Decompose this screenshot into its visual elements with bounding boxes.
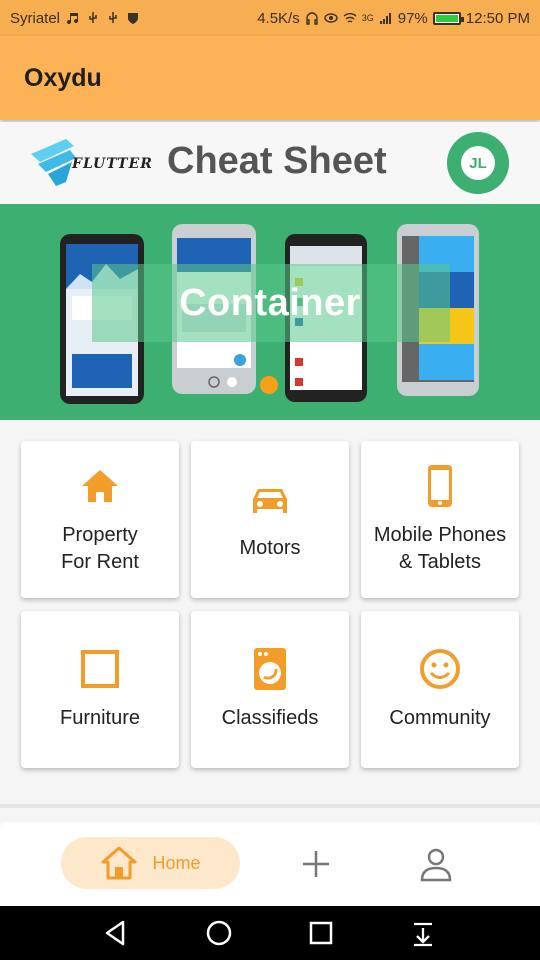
shield-icon <box>128 13 139 24</box>
wifi-icon <box>343 13 357 23</box>
category-label: Mobile Phones & Tablets <box>373 523 507 573</box>
category-classifieds[interactable]: Classifieds <box>191 611 349 768</box>
flutter-logo-text: FLUTTER <box>72 156 153 172</box>
carousel-indicator <box>260 376 278 394</box>
app-title: Oxydu <box>24 63 102 92</box>
network-type: 3G <box>361 13 374 23</box>
carrier-name: Syriatel <box>10 9 61 27</box>
nav-home-button[interactable]: Home <box>61 837 240 889</box>
usb-icon <box>109 12 117 23</box>
square-icon <box>78 647 122 691</box>
smiley-icon <box>418 647 462 691</box>
bottom-navigation: Home <box>0 822 540 906</box>
music-icon <box>67 13 79 25</box>
home-icon <box>78 464 122 508</box>
category-label: Property For Rent <box>61 523 139 573</box>
category-mobile-phones-tablets[interactable]: Mobile Phones & Tablets <box>361 441 519 598</box>
recents-icon[interactable] <box>306 918 336 948</box>
avatar-initials: JL <box>461 146 495 180</box>
headset-icon <box>306 12 318 25</box>
category-label: Classifieds <box>221 707 319 729</box>
category-label: Motors <box>239 537 301 559</box>
notification-pull-icon[interactable] <box>408 918 438 948</box>
battery-icon <box>432 11 464 25</box>
eye-icon <box>324 13 338 23</box>
car-icon <box>248 477 292 521</box>
author-avatar: JL <box>447 132 509 194</box>
category-property-for-rent[interactable]: Property For Rent <box>21 441 179 598</box>
profile-icon[interactable] <box>418 846 454 882</box>
category-label: Community <box>389 707 491 729</box>
usb-icon <box>89 12 97 23</box>
divider <box>0 804 540 808</box>
system-navigation-bar <box>0 906 540 960</box>
category-motors[interactable]: Motors <box>191 441 349 598</box>
category-community[interactable]: Community <box>361 611 519 768</box>
banner-header: FLUTTER Cheat Sheet JL <box>0 122 540 204</box>
banner-title: Cheat Sheet <box>167 140 387 182</box>
slide-label: Container <box>179 282 361 324</box>
home-icon <box>101 846 137 880</box>
category-furniture[interactable]: Furniture <box>21 611 179 768</box>
add-icon[interactable] <box>296 844 336 884</box>
smartphone-icon <box>418 464 462 508</box>
banner-illustration[interactable]: Container <box>0 204 540 420</box>
clock: 12:50 PM <box>465 9 530 27</box>
back-icon[interactable] <box>101 918 131 948</box>
nav-home-label: Home <box>152 852 201 873</box>
signal-icon <box>379 13 391 24</box>
home-circle-icon[interactable] <box>204 918 234 948</box>
washing-machine-icon <box>248 647 292 691</box>
network-speed: 4.5K/s <box>257 9 300 27</box>
app-bar: Oxydu <box>0 36 540 120</box>
battery-percent: 97% <box>397 9 428 27</box>
status-bar: Syriatel 4.5K/s 3G 97% 12:50 PM <box>0 0 540 36</box>
category-label: Furniture <box>59 707 141 729</box>
